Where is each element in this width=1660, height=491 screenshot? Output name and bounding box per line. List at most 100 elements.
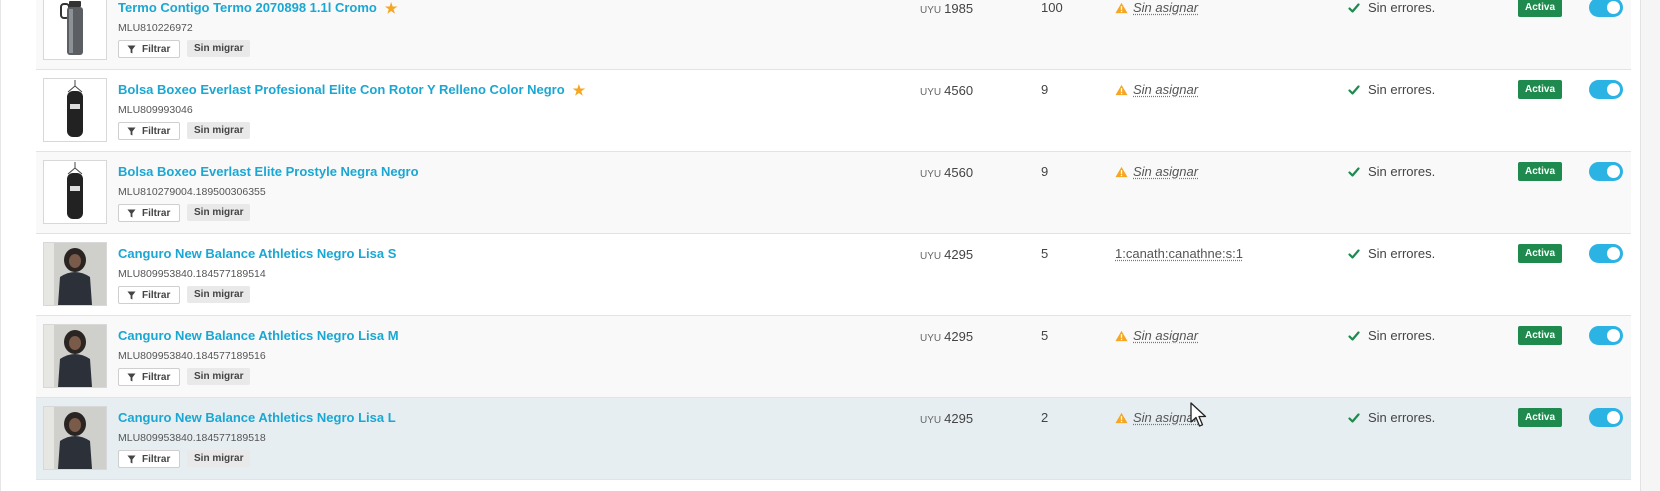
thermos-image: [60, 1, 83, 55]
product-title-link[interactable]: Bolsa Boxeo Everlast Profesional Elite C…: [118, 82, 585, 99]
assignment-cell[interactable]: Sin asignar: [1115, 0, 1198, 15]
product-thumbnail[interactable]: [43, 242, 107, 306]
active-toggle[interactable]: [1589, 408, 1623, 427]
product-thumbnail[interactable]: [43, 324, 107, 388]
listings-panel: Termo Contigo Termo 2070898 1.1l Cromo ★ …: [0, 0, 1640, 491]
table-row: Bolsa Boxeo Everlast Profesional Elite C…: [36, 70, 1631, 152]
product-title-link[interactable]: Canguro New Balance Athletics Negro Lisa…: [118, 328, 399, 343]
warning-icon: [1115, 2, 1128, 13]
migration-badge: Sin migrar: [187, 40, 251, 57]
status-badge: Activa: [1518, 244, 1563, 263]
assignment-label: Sin asignar: [1133, 82, 1199, 97]
errors-status: Sin errores.: [1348, 0, 1435, 15]
errors-label: Sin errores.: [1368, 246, 1436, 261]
stock-quantity: 100: [1041, 0, 1063, 15]
migration-badge: Sin migrar: [187, 122, 251, 139]
price-amount: 4560: [944, 165, 974, 180]
warning-icon: [1115, 84, 1128, 95]
product-title-link[interactable]: Termo Contigo Termo 2070898 1.1l Cromo ★: [118, 0, 397, 17]
active-toggle[interactable]: [1589, 244, 1623, 263]
migration-badge: Sin migrar: [187, 204, 251, 221]
product-title-text: Bolsa Boxeo Everlast Profesional Elite C…: [118, 82, 565, 97]
assignment-label: 1:canath:canathne:s:1: [1115, 246, 1243, 261]
price-amount: 4295: [944, 329, 974, 344]
filter-label: Filtrar: [142, 207, 171, 219]
filter-button[interactable]: Filtrar: [118, 286, 181, 304]
filter-button[interactable]: Filtrar: [118, 450, 181, 468]
mouse-cursor-icon: [1190, 402, 1207, 427]
scrollbar[interactable]: [1640, 0, 1660, 491]
check-icon: [1348, 412, 1360, 423]
table-row: Canguro New Balance Athletics Negro Lisa…: [36, 316, 1631, 398]
check-icon: [1348, 330, 1360, 341]
status-badge: Activa: [1518, 326, 1563, 345]
assignment-label: Sin asignar: [1133, 328, 1199, 343]
product-sku: MLU809993046: [118, 104, 193, 116]
page: Termo Contigo Termo 2070898 1.1l Cromo ★ …: [0, 0, 1660, 491]
assignment-cell[interactable]: Sin asignar: [1115, 164, 1198, 179]
filter-button[interactable]: Filtrar: [118, 122, 181, 140]
migration-badge: Sin migrar: [187, 368, 251, 385]
currency-label: UYU: [920, 251, 942, 262]
product-thumbnail[interactable]: [43, 406, 107, 470]
filter-label: Filtrar: [142, 453, 171, 465]
assignment-cell[interactable]: Sin asignar: [1115, 410, 1198, 425]
punching-bag-image: [67, 162, 83, 219]
status-badge: Activa: [1518, 80, 1563, 99]
product-sku: MLU809953840.184577189518: [118, 432, 266, 444]
product-title-text: Bolsa Boxeo Everlast Elite Prostyle Negr…: [118, 164, 419, 179]
active-toggle[interactable]: [1589, 326, 1623, 345]
hoodie-model-image: [44, 325, 106, 387]
stock-quantity: 9: [1041, 164, 1049, 179]
check-icon: [1348, 84, 1360, 95]
assignment-label: Sin asignar: [1133, 0, 1199, 15]
currency-label: UYU: [920, 333, 942, 344]
table-row: Bolsa Boxeo Everlast Elite Prostyle Negr…: [36, 152, 1631, 234]
filter-label: Filtrar: [142, 371, 171, 383]
warning-icon: [1115, 330, 1128, 341]
errors-label: Sin errores.: [1368, 82, 1436, 97]
product-thumbnail[interactable]: [43, 78, 107, 142]
table-row: Termo Contigo Termo 2070898 1.1l Cromo ★ …: [36, 0, 1631, 70]
price: UYU 4295: [920, 246, 973, 264]
star-icon: ★: [384, 0, 398, 16]
currency-label: UYU: [920, 169, 942, 180]
warning-icon: [1115, 166, 1128, 177]
product-thumbnail[interactable]: [43, 160, 107, 224]
active-toggle[interactable]: [1589, 80, 1623, 99]
filter-label: Filtrar: [142, 125, 171, 137]
errors-status: Sin errores.: [1348, 164, 1435, 179]
product-sku: MLU809953840.184577189514: [118, 268, 266, 280]
filter-button[interactable]: Filtrar: [118, 40, 181, 58]
assignment-cell[interactable]: 1:canath:canathne:s:1: [1115, 246, 1243, 261]
active-toggle[interactable]: [1589, 0, 1623, 17]
product-thumbnail[interactable]: [43, 0, 107, 60]
filter-icon: [127, 44, 136, 54]
price: UYU 4295: [920, 328, 973, 346]
errors-status: Sin errores.: [1348, 246, 1435, 261]
price: UYU 4560: [920, 164, 973, 182]
product-title-text: Canguro New Balance Athletics Negro Lisa…: [118, 246, 397, 261]
currency-label: UYU: [920, 87, 942, 98]
filter-button[interactable]: Filtrar: [118, 368, 181, 386]
check-icon: [1348, 166, 1360, 177]
product-sku: MLU809953840.184577189516: [118, 350, 266, 362]
filter-button[interactable]: Filtrar: [118, 204, 181, 222]
active-toggle[interactable]: [1589, 162, 1623, 181]
product-title-link[interactable]: Canguro New Balance Athletics Negro Lisa…: [118, 410, 396, 425]
price: UYU 4295: [920, 410, 973, 428]
filter-icon: [127, 290, 136, 300]
table-row: Canguro New Balance Athletics Negro Lisa…: [36, 234, 1631, 316]
assignment-cell[interactable]: Sin asignar: [1115, 328, 1198, 343]
price-amount: 4295: [944, 411, 974, 426]
filter-label: Filtrar: [142, 43, 171, 55]
filter-label: Filtrar: [142, 289, 171, 301]
price-amount: 4560: [944, 83, 974, 98]
errors-label: Sin errores.: [1368, 328, 1436, 343]
currency-label: UYU: [920, 5, 942, 16]
errors-status: Sin errores.: [1348, 328, 1435, 343]
assignment-cell[interactable]: Sin asignar: [1115, 82, 1198, 97]
product-title-link[interactable]: Canguro New Balance Athletics Negro Lisa…: [118, 246, 396, 261]
product-title-link[interactable]: Bolsa Boxeo Everlast Elite Prostyle Negr…: [118, 164, 419, 179]
product-sku: MLU810226972: [118, 22, 193, 34]
